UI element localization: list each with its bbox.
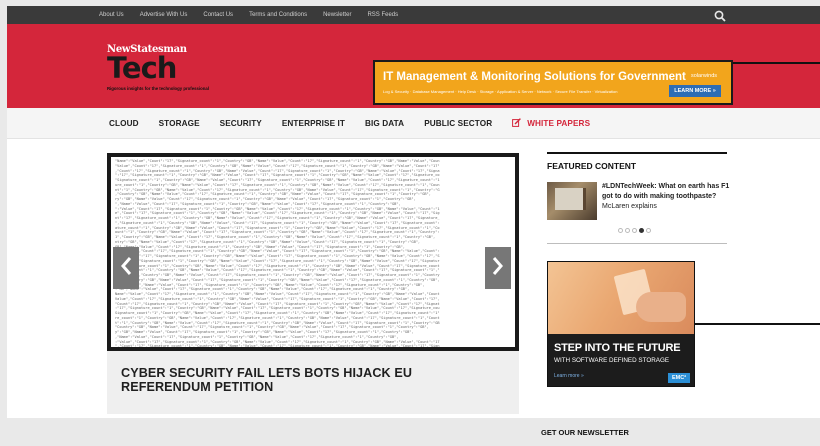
ad-headline: IT Management & Monitoring Solutions for… [383, 71, 686, 83]
browser-frame: About Us Advertise With Us Contact Us Te… [7, 6, 820, 418]
ad-brand-logo: EMC² [668, 373, 690, 383]
nav-security[interactable]: SECURITY [220, 119, 262, 128]
nav-enterprise-it[interactable]: ENTERPRISE IT [282, 119, 345, 128]
link-newsletter[interactable]: Newsletter [323, 12, 351, 18]
pagination-dot[interactable] [618, 228, 623, 233]
ad-subline: Log & Security · Database Management · H… [383, 89, 618, 94]
link-rss[interactable]: RSS Feeds [367, 12, 398, 18]
ad-line2: WITH SOFTWARE DEFINED STORAGE [554, 357, 670, 364]
site-logo[interactable]: NewStatesman Tech Rigorous insights for … [107, 44, 247, 94]
featured-item[interactable]: #LDNTechWeek: What on earth has F1 got t… [602, 182, 732, 212]
link-contact[interactable]: Contact Us [203, 12, 233, 18]
pagination-dot[interactable] [632, 228, 637, 233]
chevron-left-icon [120, 256, 132, 281]
featured-rule [547, 152, 727, 154]
featured-divider [547, 243, 727, 244]
slide-image: "Name":"Value","Count":"17","Signature_c… [111, 157, 515, 347]
ad-brand: solarwinds [691, 73, 717, 79]
pagination-dot-active[interactable] [639, 228, 644, 233]
nav-storage[interactable]: STORAGE [159, 119, 200, 128]
nav-cloud[interactable]: CLOUD [109, 119, 139, 128]
slide-headline[interactable]: CYBER SECURITY FAIL LETS BOTS HIJACK EU … [121, 366, 501, 394]
callout-line [695, 323, 820, 325]
slider-prev-button[interactable] [113, 247, 139, 289]
top-utility-bar: About Us Advertise With Us Contact Us Te… [7, 6, 820, 24]
header-band: NewStatesman Tech Rigorous insights for … [7, 24, 820, 108]
featured-title: FEATURED CONTENT [547, 161, 637, 171]
brand-name: Tech [107, 51, 177, 85]
nav-white-papers[interactable]: WHITE PAPERS [512, 117, 591, 129]
newsletter-title: GET OUR NEWSLETTER [541, 428, 629, 437]
link-about-us[interactable]: About Us [99, 12, 124, 18]
slide-caption[interactable]: CYBER SECURITY FAIL LETS BOTS HIJACK EU … [107, 351, 519, 414]
slide-code-texture: "Name":"Value","Count":"17","Signature_c… [115, 159, 440, 347]
ad-line1: STEP INTO THE FUTURE [554, 342, 681, 354]
edit-icon [512, 117, 522, 129]
slider-next-button[interactable] [485, 247, 511, 289]
chevron-right-icon [492, 256, 504, 281]
main-nav: CLOUD STORAGE SECURITY ENTERPRISE IT BIG… [7, 108, 820, 139]
featured-item-sub: McLaren explains [602, 203, 657, 210]
link-terms[interactable]: Terms and Conditions [249, 12, 307, 18]
brand-tagline: Rigorous insights for the technology pro… [107, 86, 209, 91]
featured-slider[interactable]: "Name":"Value","Count":"17","Signature_c… [107, 153, 519, 351]
featured-thumbnail[interactable] [547, 182, 597, 220]
nav-big-data[interactable]: BIG DATA [365, 119, 404, 128]
nav-public-sector[interactable]: PUBLIC SECTOR [424, 119, 492, 128]
pagination-dot[interactable] [625, 228, 630, 233]
header-ad-banner[interactable]: IT Management & Monitoring Solutions for… [373, 60, 733, 105]
ad-learn-more-button[interactable]: LEARN MORE » [669, 85, 721, 97]
search-icon[interactable] [714, 9, 726, 22]
featured-item-title[interactable]: #LDNTechWeek: What on earth has F1 got t… [602, 183, 729, 200]
ad-learn-more-link[interactable]: Learn more » [554, 373, 584, 379]
sidebar-ad[interactable]: STEP INTO THE FUTURE WITH SOFTWARE DEFIN… [547, 261, 695, 387]
pagination-dot[interactable] [646, 228, 651, 233]
link-advertise[interactable]: Advertise With Us [140, 12, 188, 18]
featured-pagination [618, 228, 651, 233]
top-links: About Us Advertise With Us Contact Us Te… [99, 6, 414, 24]
ad-photo [548, 262, 694, 334]
white-papers-label: WHITE PAPERS [527, 118, 591, 128]
callout-line [733, 62, 820, 64]
